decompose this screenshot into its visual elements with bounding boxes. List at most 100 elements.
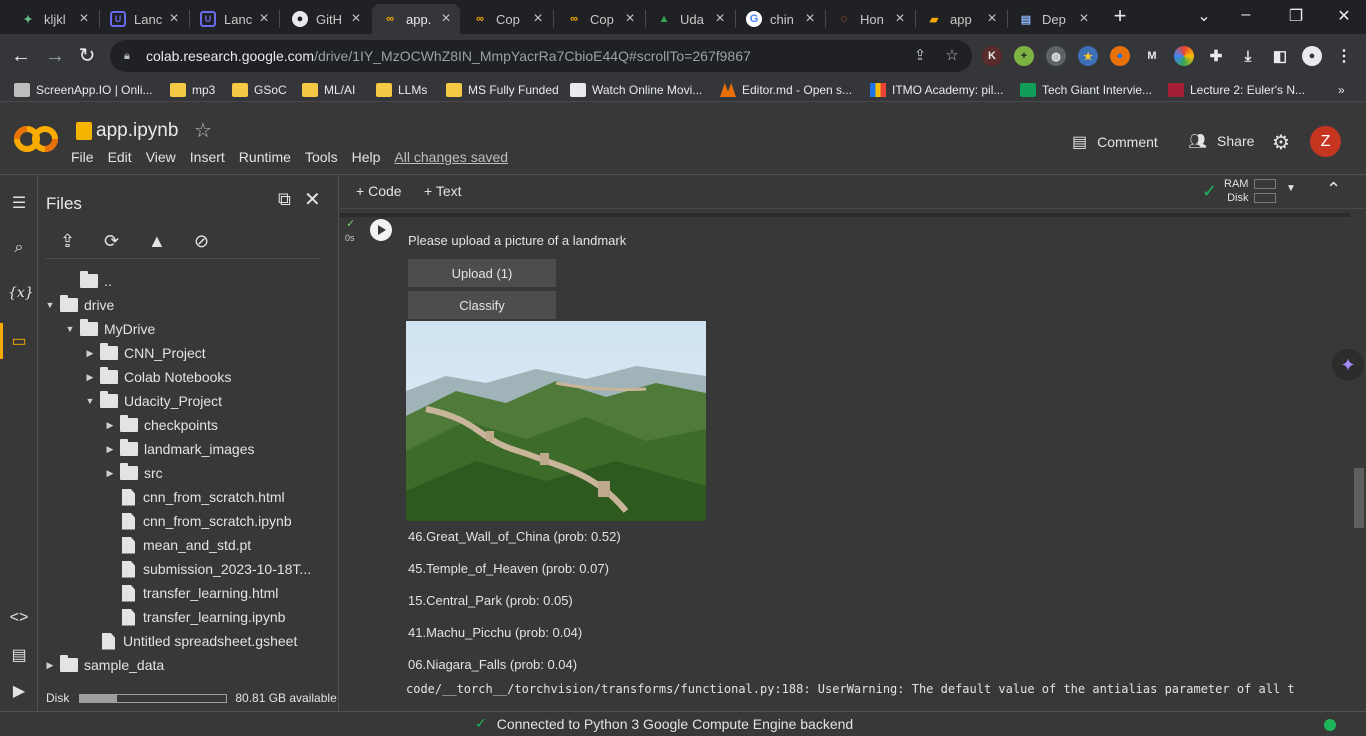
caret-right-icon[interactable]: ▶ — [40, 660, 60, 671]
tab-7[interactable]: ∞ Cop × — [556, 4, 644, 34]
resource-monitor[interactable]: RAM Disk — [1224, 177, 1248, 205]
close-panel-icon[interactable]: ✕ — [304, 187, 326, 211]
extension-plus-icon[interactable]: + — [1014, 46, 1034, 66]
file-tree-item[interactable]: ▶ src — [100, 461, 163, 485]
file-tree-item[interactable]: transfer_learning.ipynb — [100, 605, 285, 629]
settings-gear-icon[interactable]: ⚙ — [1272, 130, 1290, 155]
mount-drive-icon[interactable]: ▲ — [148, 231, 170, 251]
search-icon[interactable]: ⌕ — [8, 239, 30, 261]
menu-view[interactable]: View — [146, 149, 176, 165]
back-icon[interactable]: ← — [10, 45, 32, 67]
caret-down-icon[interactable]: ▼ — [40, 300, 60, 310]
tab-close-icon[interactable]: × — [530, 10, 546, 28]
tab-3[interactable]: U Lanc × — [190, 4, 278, 34]
tab-search-chevron-icon[interactable]: ⌄ — [1194, 6, 1214, 26]
caret-right-icon[interactable]: ▶ — [100, 444, 120, 455]
tab-close-icon[interactable]: × — [892, 10, 908, 28]
browser-menu-icon[interactable]: ⋮ — [1334, 46, 1354, 66]
variables-icon[interactable]: {x} — [8, 285, 34, 307]
upload-button[interactable]: Upload (1) — [408, 259, 556, 287]
tab-close-icon[interactable]: × — [984, 10, 1000, 28]
code-snippets-icon[interactable]: <> — [8, 609, 30, 631]
collapse-header-icon[interactable]: ⌃ — [1326, 179, 1341, 200]
tab-10[interactable]: ◌ Hon × — [826, 4, 914, 34]
caret-right-icon[interactable]: ▶ — [80, 348, 100, 359]
tab-close-icon[interactable]: × — [76, 10, 92, 28]
tab-close-icon[interactable]: × — [438, 10, 454, 28]
caret-right-icon[interactable]: ▶ — [80, 372, 100, 383]
tab-close-icon[interactable]: × — [712, 10, 728, 28]
avatar[interactable]: Z — [1310, 126, 1341, 157]
runtime-dropdown-icon[interactable]: ▼ — [1286, 183, 1296, 194]
tab-6[interactable]: ∞ Cop × — [462, 4, 552, 34]
comment-button[interactable]: ▤ Comment — [1072, 132, 1158, 152]
tab-9[interactable]: Gchin × — [736, 4, 824, 34]
file-tree-item[interactable]: ▼ Udacity_Project — [80, 389, 222, 413]
minimize-icon[interactable]: – — [1236, 6, 1256, 24]
tab-4[interactable]: ● GitH × — [282, 4, 370, 34]
maximize-icon[interactable]: ❐ — [1286, 6, 1306, 26]
tab-close-icon[interactable]: × — [166, 10, 182, 28]
gemini-sparkle-icon[interactable]: ✦ — [1332, 349, 1364, 381]
bookmark-item[interactable]: LLMs — [376, 80, 427, 100]
file-tree-item[interactable]: submission_2023-10-18T... — [100, 557, 311, 581]
reload-icon[interactable]: ↻ — [76, 45, 98, 67]
table-of-contents-icon[interactable]: ☰ — [8, 193, 30, 215]
file-tree-item[interactable]: cnn_from_scratch.html — [100, 485, 285, 509]
refresh-folder-icon[interactable]: ⟳ — [104, 231, 126, 251]
bookmarks-overflow-button[interactable]: » — [1338, 80, 1345, 100]
file-tree-item[interactable]: Untitled spreadsheet.gsheet — [80, 629, 297, 653]
tab-11[interactable]: ▰ app × — [916, 4, 1006, 34]
vertical-scrollbar[interactable] — [1354, 468, 1364, 528]
download-icon[interactable]: ⤓ — [1238, 46, 1258, 66]
terminal-icon[interactable]: ▶ — [8, 681, 30, 703]
add-code-button[interactable]: + Code — [356, 183, 402, 199]
save-status-link[interactable]: All changes saved — [394, 149, 508, 165]
file-tree-item[interactable]: ▶ landmark_images — [100, 437, 255, 461]
extensions-puzzle-icon[interactable]: ✚ — [1206, 46, 1226, 66]
caret-down-icon[interactable]: ▼ — [60, 324, 80, 334]
bookmark-item[interactable]: Editor.md - Open s... — [720, 80, 852, 100]
bookmark-item[interactable]: GSoC — [232, 80, 287, 100]
tab-5[interactable]: ∞ app. × — [372, 4, 460, 34]
extension-badge-icon[interactable]: ★ — [1078, 46, 1098, 66]
star-notebook-icon[interactable]: ☆ — [194, 118, 212, 143]
tab-1[interactable]: ✦ kljkl × — [10, 4, 98, 34]
file-tree-item[interactable]: ▼ MyDrive — [60, 317, 155, 341]
file-tree-item[interactable]: ▶ CNN_Project — [80, 341, 206, 365]
extension-color-picker-icon[interactable] — [1174, 46, 1194, 66]
menu-tools[interactable]: Tools — [305, 149, 338, 165]
bookmark-item[interactable]: Watch Online Movi... — [570, 80, 702, 100]
tab-close-icon[interactable]: × — [256, 10, 272, 28]
tab-8[interactable]: ▲ Uda × — [646, 4, 734, 34]
upload-file-icon[interactable]: ⇪ — [60, 231, 82, 251]
bookmark-item[interactable]: mp3 — [170, 80, 215, 100]
bookmark-item[interactable]: Tech Giant Intervie... — [1020, 80, 1152, 100]
file-tree-item[interactable]: ▶ checkpoints — [100, 413, 218, 437]
bookmark-item[interactable]: Lecture 2: Euler's N... — [1168, 80, 1305, 100]
tab-close-icon[interactable]: × — [802, 10, 818, 28]
bookmark-item[interactable]: MS Fully Funded — [446, 80, 559, 100]
forward-icon[interactable]: → — [44, 45, 66, 67]
extension-m-icon[interactable]: M — [1142, 46, 1162, 66]
side-panel-icon[interactable]: ◧ — [1270, 46, 1290, 66]
menu-edit[interactable]: Edit — [108, 149, 132, 165]
open-in-tab-icon[interactable]: ⧉ — [278, 189, 300, 209]
bookmark-item[interactable]: ITMO Academy: pil... — [870, 80, 1003, 100]
file-tree-item[interactable]: ▶ Colab Notebooks — [80, 365, 231, 389]
new-tab-button[interactable]: + — [1110, 5, 1130, 28]
tab-close-icon[interactable]: × — [348, 10, 364, 28]
status-message[interactable]: ✓ Connected to Python 3 Google Compute E… — [475, 715, 853, 732]
caret-down-icon[interactable]: ▼ — [80, 396, 100, 406]
url-input[interactable]: 🔒︎ colab.research.google.com/drive/1IY_M… — [110, 40, 972, 72]
bookmark-item[interactable]: ScreenApp.IO | Onli... — [14, 80, 153, 100]
file-tree-item[interactable]: .. — [60, 269, 112, 293]
hide-files-icon[interactable]: ⊘ — [194, 231, 216, 251]
menu-insert[interactable]: Insert — [190, 149, 225, 165]
bookmark-star-icon[interactable]: ☆ — [942, 46, 962, 64]
run-cell-button[interactable] — [370, 219, 392, 241]
extension-globe-icon[interactable]: ◍ — [1046, 46, 1066, 66]
command-palette-icon[interactable]: ▤ — [8, 645, 30, 667]
file-tree-item[interactable]: ▶ sample_data — [40, 653, 164, 677]
file-tree-item[interactable]: transfer_learning.html — [100, 581, 278, 605]
